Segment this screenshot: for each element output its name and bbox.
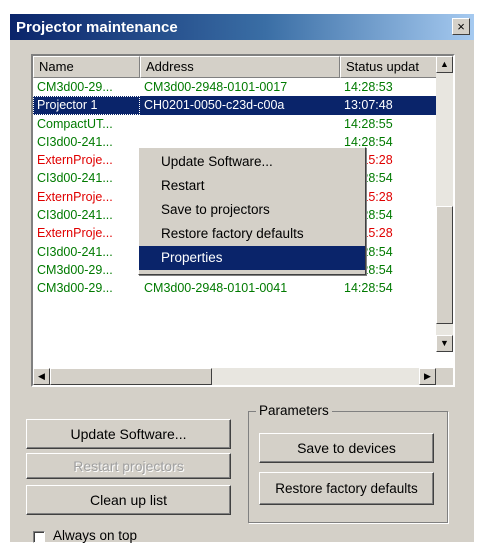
- context-menu-item[interactable]: Properties: [139, 246, 365, 270]
- scroll-up-arrow-icon[interactable]: ▲: [436, 56, 453, 73]
- restart-projectors-button: Restart projectors: [26, 453, 231, 479]
- row-name-cell: CM3d00-29...: [37, 262, 113, 277]
- restart-projectors-label: Restart projectors: [73, 458, 184, 474]
- context-menu: Update Software... Restart Save to project…: [138, 147, 366, 275]
- row-address-cell: CM3d00-2948-0101-0017: [144, 80, 288, 94]
- list-row[interactable]: CompactUT... 14:28:55: [33, 115, 437, 133]
- row-address-cell: CH0201-0050-c23d-c00a: [144, 98, 285, 113]
- horizontal-scrollbar[interactable]: ◀ ▶: [33, 368, 436, 385]
- row-name-cell: CM3d00-29...: [37, 80, 113, 94]
- scrollbar-corner: [436, 368, 453, 385]
- list-row[interactable]: CM3d00-29... CM3d00-2948-0101-0041 14:28:5…: [33, 279, 437, 297]
- projector-maintenance-window: Projector maintenance × Name Address Sta…: [10, 14, 474, 543]
- clean-up-list-button[interactable]: Clean up list: [26, 485, 231, 515]
- row-name-cell: CI3d00-241...: [37, 244, 113, 259]
- clean-up-list-label: Clean up list: [89, 492, 168, 508]
- update-software-button[interactable]: Update Software...: [26, 419, 231, 449]
- row-status-cell: 13:07:48: [344, 98, 393, 113]
- row-name-cell: CM3d00-29...: [37, 281, 113, 296]
- row-name-cell: CI3d00-241...: [37, 171, 113, 186]
- save-to-devices-button[interactable]: Save to devices: [259, 433, 434, 463]
- scroll-down-arrow-icon[interactable]: ▼: [436, 335, 453, 352]
- always-on-top-label[interactable]: Always on top: [53, 528, 137, 543]
- row-status-cell: 14:28:54: [344, 281, 393, 296]
- row-name-cell: CI3d00-241...: [37, 134, 113, 149]
- row-name-cell: CI3d00-241...: [37, 208, 113, 223]
- list-row[interactable]: Projector 1 CH0201-0050-c23d-c00a 13:07:48: [33, 96, 437, 115]
- row-address-cell: [140, 115, 340, 133]
- context-menu-item[interactable]: Update Software...: [139, 150, 365, 174]
- row-status-cell: 14:28:53: [344, 80, 393, 94]
- context-menu-item[interactable]: Save to projectors: [139, 198, 365, 222]
- restore-factory-defaults-label: Restore factory defaults: [275, 481, 418, 496]
- row-name-cell: ExternProje...: [37, 153, 113, 168]
- scroll-left-arrow-icon[interactable]: ◀: [33, 368, 50, 385]
- parameters-group-label: Parameters: [256, 403, 332, 418]
- context-menu-item[interactable]: Restart: [139, 174, 365, 198]
- row-name-cell: Projector 1: [33, 96, 140, 115]
- row-name-cell: ExternProje...: [37, 226, 113, 241]
- always-on-top-checkbox[interactable]: [33, 531, 45, 543]
- column-header-name[interactable]: Name: [33, 56, 140, 78]
- column-header-address[interactable]: Address: [140, 56, 340, 78]
- row-address-cell: CM3d00-2948-0101-0041: [144, 281, 288, 296]
- scroll-right-arrow-icon[interactable]: ▶: [419, 368, 436, 385]
- row-name-cell: CompactUT...: [37, 116, 113, 131]
- column-header-status[interactable]: Status updat: [340, 56, 437, 78]
- vertical-scroll-thumb[interactable]: [436, 206, 453, 324]
- parameters-group: Parameters Save to devices Restore facto…: [248, 403, 448, 523]
- title-bar[interactable]: Projector maintenance ×: [10, 14, 474, 40]
- row-status-cell: 14:28:55: [344, 116, 393, 131]
- horizontal-scroll-thumb[interactable]: [50, 368, 212, 385]
- update-software-label: Update Software...: [70, 426, 187, 442]
- list-header: Name Address Status updat: [33, 56, 437, 78]
- row-name-cell: ExternProje...: [37, 189, 113, 204]
- save-to-devices-label: Save to devices: [297, 440, 396, 456]
- list-row[interactable]: CM3d00-29... CM3d00-2948-0101-0017 14:28:5…: [33, 78, 437, 96]
- window-title: Projector maintenance: [16, 19, 178, 36]
- restore-factory-defaults-button[interactable]: Restore factory defaults: [259, 472, 434, 505]
- vertical-scrollbar[interactable]: ▲ ▼: [436, 56, 453, 352]
- close-button[interactable]: ×: [452, 18, 470, 35]
- context-menu-item[interactable]: Restore factory defaults: [139, 222, 365, 246]
